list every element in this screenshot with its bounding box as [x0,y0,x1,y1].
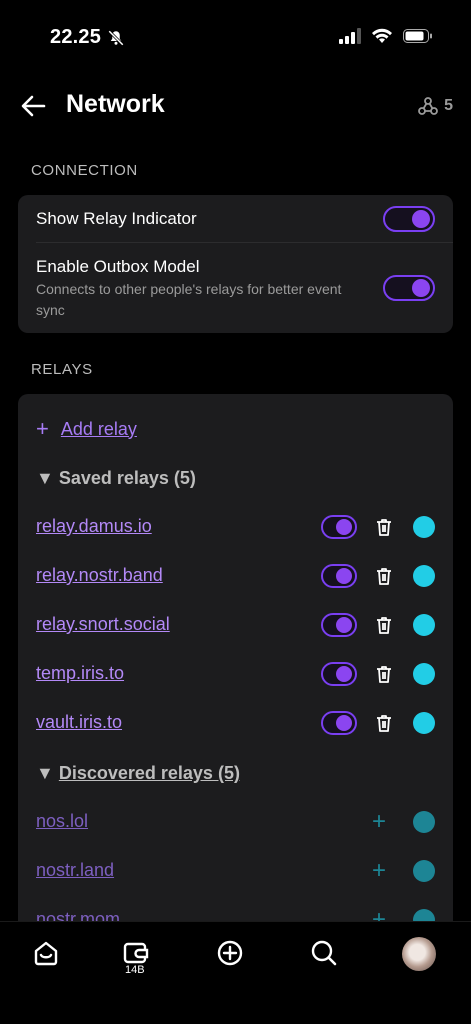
back-arrow-icon[interactable] [20,93,46,119]
relay-status-dot [413,663,435,685]
wallet-balance-badge: 14B [125,964,145,976]
status-bar: 22.25 [0,0,471,70]
saved-relay-row: relay.snort.social [18,607,453,643]
connection-section-label: CONNECTION [31,162,138,179]
trash-icon[interactable] [374,615,394,635]
bottom-nav: 14B [0,921,471,1024]
discovered-relays-header[interactable]: ▼ Discovered relays (5) [36,763,240,784]
relay-status-dot [413,712,435,734]
relay-url-link[interactable]: temp.iris.to [36,663,124,684]
add-relay-label: Add relay [60,418,137,439]
battery-icon [403,29,432,43]
bell-off-icon [108,30,124,46]
toggle-knob [336,519,352,535]
relay-enabled-toggle[interactable] [321,662,357,686]
relay-count: 5 [444,97,453,114]
relay-url-link[interactable]: relay.damus.io [36,516,152,537]
collapse-triangle-icon: ▼ [36,468,54,488]
home-icon[interactable] [32,939,60,967]
relay-enabled-toggle[interactable] [321,613,357,637]
wifi-icon [372,28,392,43]
relay-status-dot [413,811,435,833]
saved-relays-header[interactable]: ▼ Saved relays (5) [36,468,196,489]
page-title: Network [66,90,165,118]
show-relay-indicator-label: Show Relay Indicator [36,209,197,228]
discovered-relay-row: nostr.land + [18,853,453,889]
outbox-model-label: Enable Outbox Model [36,257,200,276]
saved-relay-row: relay.nostr.band [18,558,453,594]
relay-network-icon [418,97,438,115]
connection-card: Show Relay Indicator Enable Outbox Model… [18,195,453,333]
relay-url-link[interactable]: relay.nostr.band [36,565,163,586]
saved-relay-row: vault.iris.to [18,705,453,741]
toggle-knob [336,666,352,682]
relay-enabled-toggle[interactable] [321,711,357,735]
toggle-knob [336,568,352,584]
collapse-triangle-icon: ▼ [36,763,54,783]
relay-url-link[interactable]: nos.lol [36,811,88,832]
relay-url-link[interactable]: relay.snort.social [36,614,170,635]
wallet-icon[interactable] [122,939,150,967]
relay-status-dot [413,516,435,538]
status-time: 22.25 [50,26,102,48]
add-relay-button[interactable]: + Add relay [36,418,137,440]
relay-enabled-toggle[interactable] [321,515,357,539]
trash-icon[interactable] [374,566,394,586]
plus-icon: + [36,416,49,441]
show-relay-indicator-toggle[interactable] [383,206,435,232]
search-icon[interactable] [310,939,338,967]
toggle-knob [336,715,352,731]
saved-relay-row: temp.iris.to [18,656,453,692]
relays-card: + Add relay ▼ Saved relays (5) relay.dam… [18,394,453,954]
relay-url-link[interactable]: nostr.land [36,860,114,881]
trash-icon[interactable] [374,713,394,733]
trash-icon[interactable] [374,664,394,684]
divider [36,242,453,243]
relays-section-label: RELAYS [31,361,93,378]
saved-relays-label: Saved relays (5) [58,468,196,488]
new-post-plus-icon[interactable] [216,939,244,967]
relay-status-dot [413,614,435,636]
relay-status-dot [413,565,435,587]
saved-relay-row: relay.damus.io [18,509,453,545]
signal-icon [339,28,361,44]
relay-url-link[interactable]: vault.iris.to [36,712,122,733]
trash-icon[interactable] [374,517,394,537]
add-relay-plus-icon[interactable]: + [372,857,386,885]
add-relay-plus-icon[interactable]: + [372,808,386,836]
outbox-model-description: Connects to other people's relays for be… [36,281,342,318]
header: Network 5 [0,80,471,132]
relay-status-dot [413,860,435,882]
outbox-model-toggle[interactable] [383,275,435,301]
toggle-knob [336,617,352,633]
discovered-relays-label: Discovered relays (5) [58,763,240,783]
toggle-knob [412,210,430,228]
toggle-knob [412,279,430,297]
relay-enabled-toggle[interactable] [321,564,357,588]
relay-count-indicator[interactable]: 5 [418,96,453,116]
discovered-relay-row: nos.lol + [18,804,453,840]
profile-avatar[interactable] [402,937,436,971]
